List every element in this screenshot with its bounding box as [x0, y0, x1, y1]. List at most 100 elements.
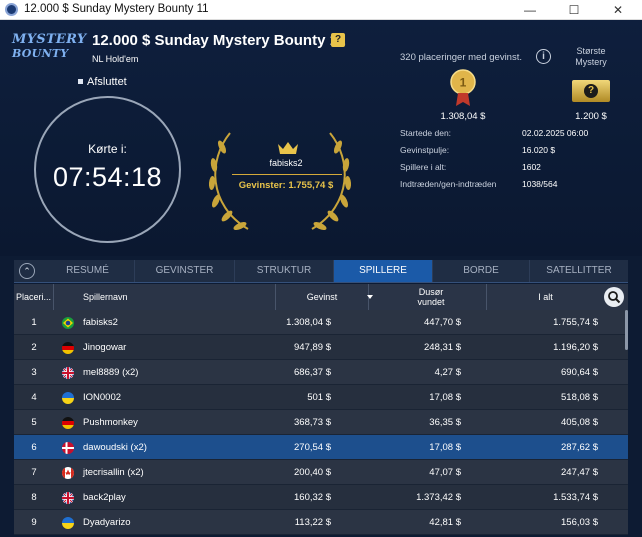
table-row[interactable]: 8 back2play 160,32 $ 1.373,42 $ 1.533,74…	[14, 485, 628, 510]
table-row[interactable]: 1 fabisks2 1.308,04 $ 447,70 $ 1.755,74 …	[14, 310, 628, 335]
table-row[interactable]: 5 Pushmonkey 368,73 $ 36,35 $ 405,08 $	[14, 410, 628, 435]
info-value: 1038/564	[522, 179, 558, 189]
table-row[interactable]: 9 Dyadyarizo 113,22 $ 42,81 $ 156,03 $	[14, 510, 628, 535]
flag-germany-icon	[62, 342, 74, 354]
row-total: 156,03 $	[561, 517, 598, 528]
row-prize: 160,32 $	[294, 492, 331, 503]
row-player-name: mel8889 (x2)	[83, 367, 139, 378]
row-bounty: 17,08 $	[429, 442, 461, 453]
help-badge-icon[interactable]: ?	[331, 33, 345, 47]
row-total: 247,47 $	[561, 467, 598, 478]
winner-prize: Gevinster: 1.755,74 $	[238, 180, 334, 191]
tab-spillere[interactable]: SPILLERE	[334, 260, 433, 282]
table-row[interactable]: 3 mel8889 (x2) 686,37 $ 4,27 $ 690,64 $	[14, 360, 628, 385]
largest-mystery-label: Største Mystery	[575, 46, 607, 67]
search-button[interactable]	[604, 287, 624, 307]
maximize-button[interactable]: ☐	[552, 0, 596, 20]
flag-brazil-icon	[62, 317, 74, 329]
row-total: 518,08 $	[561, 392, 598, 403]
row-total: 1.196,20 $	[553, 342, 598, 353]
info-row-players: Spillere i alt: 1602	[400, 160, 630, 177]
table-row[interactable]: 4 ION0002 501 $ 17,08 $ 518,08 $	[14, 385, 628, 410]
row-prize: 368,73 $	[294, 417, 331, 428]
info-row-entries: Indtræden/gen-indtræden 1038/564	[400, 177, 630, 194]
row-bounty: 4,27 $	[434, 367, 461, 378]
row-prize: 501 $	[307, 392, 331, 403]
table-scrollbar[interactable]	[625, 310, 628, 350]
window-title: 12.000 $ Sunday Mystery Bounty 11	[24, 3, 209, 15]
tournament-title: 12.000 $ Sunday Mystery Bounty 11	[92, 32, 346, 49]
row-player-name: Dyadyarizo	[83, 517, 131, 528]
players-table-body: 1 fabisks2 1.308,04 $ 447,70 $ 1.755,74 …	[14, 310, 628, 537]
column-header-prize[interactable]: Gevinst	[276, 284, 369, 310]
tab-resume[interactable]: RESUMÉ	[41, 260, 135, 282]
row-prize: 200,40 $	[294, 467, 331, 478]
row-prize: 686,37 $	[294, 367, 331, 378]
logo-line-1: MYSTERY	[12, 32, 87, 47]
row-total: 405,08 $	[561, 417, 598, 428]
column-header-total[interactable]: I alt	[487, 284, 604, 310]
row-bounty: 447,70 $	[424, 317, 461, 328]
first-place-medal-icon: 1	[450, 69, 476, 106]
clock-label: Kørte i:	[88, 142, 127, 156]
flag-germany-icon	[62, 417, 74, 429]
row-player-name: Jinogowar	[83, 342, 127, 353]
row-prize: 947,89 $	[294, 342, 331, 353]
row-player-name: Pushmonkey	[83, 417, 138, 428]
row-total: 287,62 $	[561, 442, 598, 453]
elapsed-clock: Kørte i: 07:54:18	[34, 96, 181, 243]
row-place: 1	[31, 317, 37, 328]
flag-ukraine-icon	[62, 517, 74, 529]
tournament-header: MYSTERY BOUNTY 12.000 $ Sunday Mystery B…	[0, 20, 642, 256]
flag-denmark-icon	[62, 442, 74, 454]
column-header-name[interactable]: Spillernavn	[54, 284, 276, 310]
sort-desc-icon[interactable]	[367, 295, 373, 299]
table-row-selected[interactable]: 6 dawoudski (x2) 270,54 $ 17,08 $ 287,62…	[14, 435, 628, 460]
players-table-header: Placeri... Spillernavn Gevinst Dusør vun…	[14, 284, 628, 310]
row-bounty: 1.373,42 $	[416, 492, 461, 503]
column-header-place[interactable]: Placeri...	[14, 284, 54, 310]
tab-gevinster[interactable]: GEVINSTER	[135, 260, 235, 282]
row-prize: 1.308,04 $	[286, 317, 331, 328]
row-bounty: 17,08 $	[429, 392, 461, 403]
first-place-prize: 1.308,04 $	[440, 111, 486, 122]
row-place: 9	[31, 517, 37, 528]
paid-places-text: 320 placeringer med gevinst.	[400, 52, 522, 63]
tab-borde[interactable]: BORDE	[433, 260, 530, 282]
row-total: 690,64 $	[561, 367, 598, 378]
medal-number: 1	[460, 76, 467, 90]
row-place: 5	[31, 417, 37, 428]
collapse-icon[interactable]: ⌃	[19, 263, 35, 279]
info-key: Spillere i alt:	[400, 162, 447, 172]
logo-line-2: BOUNTY	[12, 47, 69, 60]
largest-mystery-value: 1.200 $	[575, 111, 607, 122]
tournament-info: Startede den: 02.02.2025 06:00 Gevinstpu…	[400, 126, 630, 194]
info-icon[interactable]: i	[536, 49, 551, 64]
mystery-chest-icon: ?	[572, 80, 610, 102]
row-player-name: ION0002	[83, 392, 122, 403]
app-icon	[5, 3, 18, 16]
info-value: 02.02.2025 06:00	[522, 128, 589, 138]
mystery-bounty-logo: MYSTERY BOUNTY	[12, 32, 87, 61]
status-square-icon	[78, 79, 83, 84]
table-row[interactable]: 7 jtecrisallin (x2) 200,40 $ 47,07 $ 247…	[14, 460, 628, 485]
winner-divider	[232, 174, 342, 175]
row-place: 6	[31, 442, 37, 453]
tab-satellitter[interactable]: SATELLITTER	[530, 260, 628, 282]
flag-ukraine-icon	[62, 392, 74, 404]
tab-struktur[interactable]: STRUKTUR	[235, 260, 334, 282]
row-prize: 270,54 $	[294, 442, 331, 453]
info-row-prizepool: Gevinstpulje: 16.020 $	[400, 143, 630, 160]
bounty-header-line2: vundet	[417, 297, 445, 307]
column-header-bounty[interactable]: Dusør vundet	[376, 284, 487, 310]
row-place: 4	[31, 392, 37, 403]
winner-name: fabisks2	[269, 158, 303, 168]
row-place: 2	[31, 342, 37, 353]
row-bounty: 42,81 $	[429, 517, 461, 528]
flag-uk-icon	[62, 367, 74, 379]
info-key: Indtræden/gen-indtræden	[400, 179, 497, 189]
close-button[interactable]: ✕	[596, 0, 640, 20]
minimize-button[interactable]: —	[508, 0, 552, 20]
row-place: 8	[31, 492, 37, 503]
table-row[interactable]: 2 Jinogowar 947,89 $ 248,31 $ 1.196,20 $	[14, 335, 628, 360]
